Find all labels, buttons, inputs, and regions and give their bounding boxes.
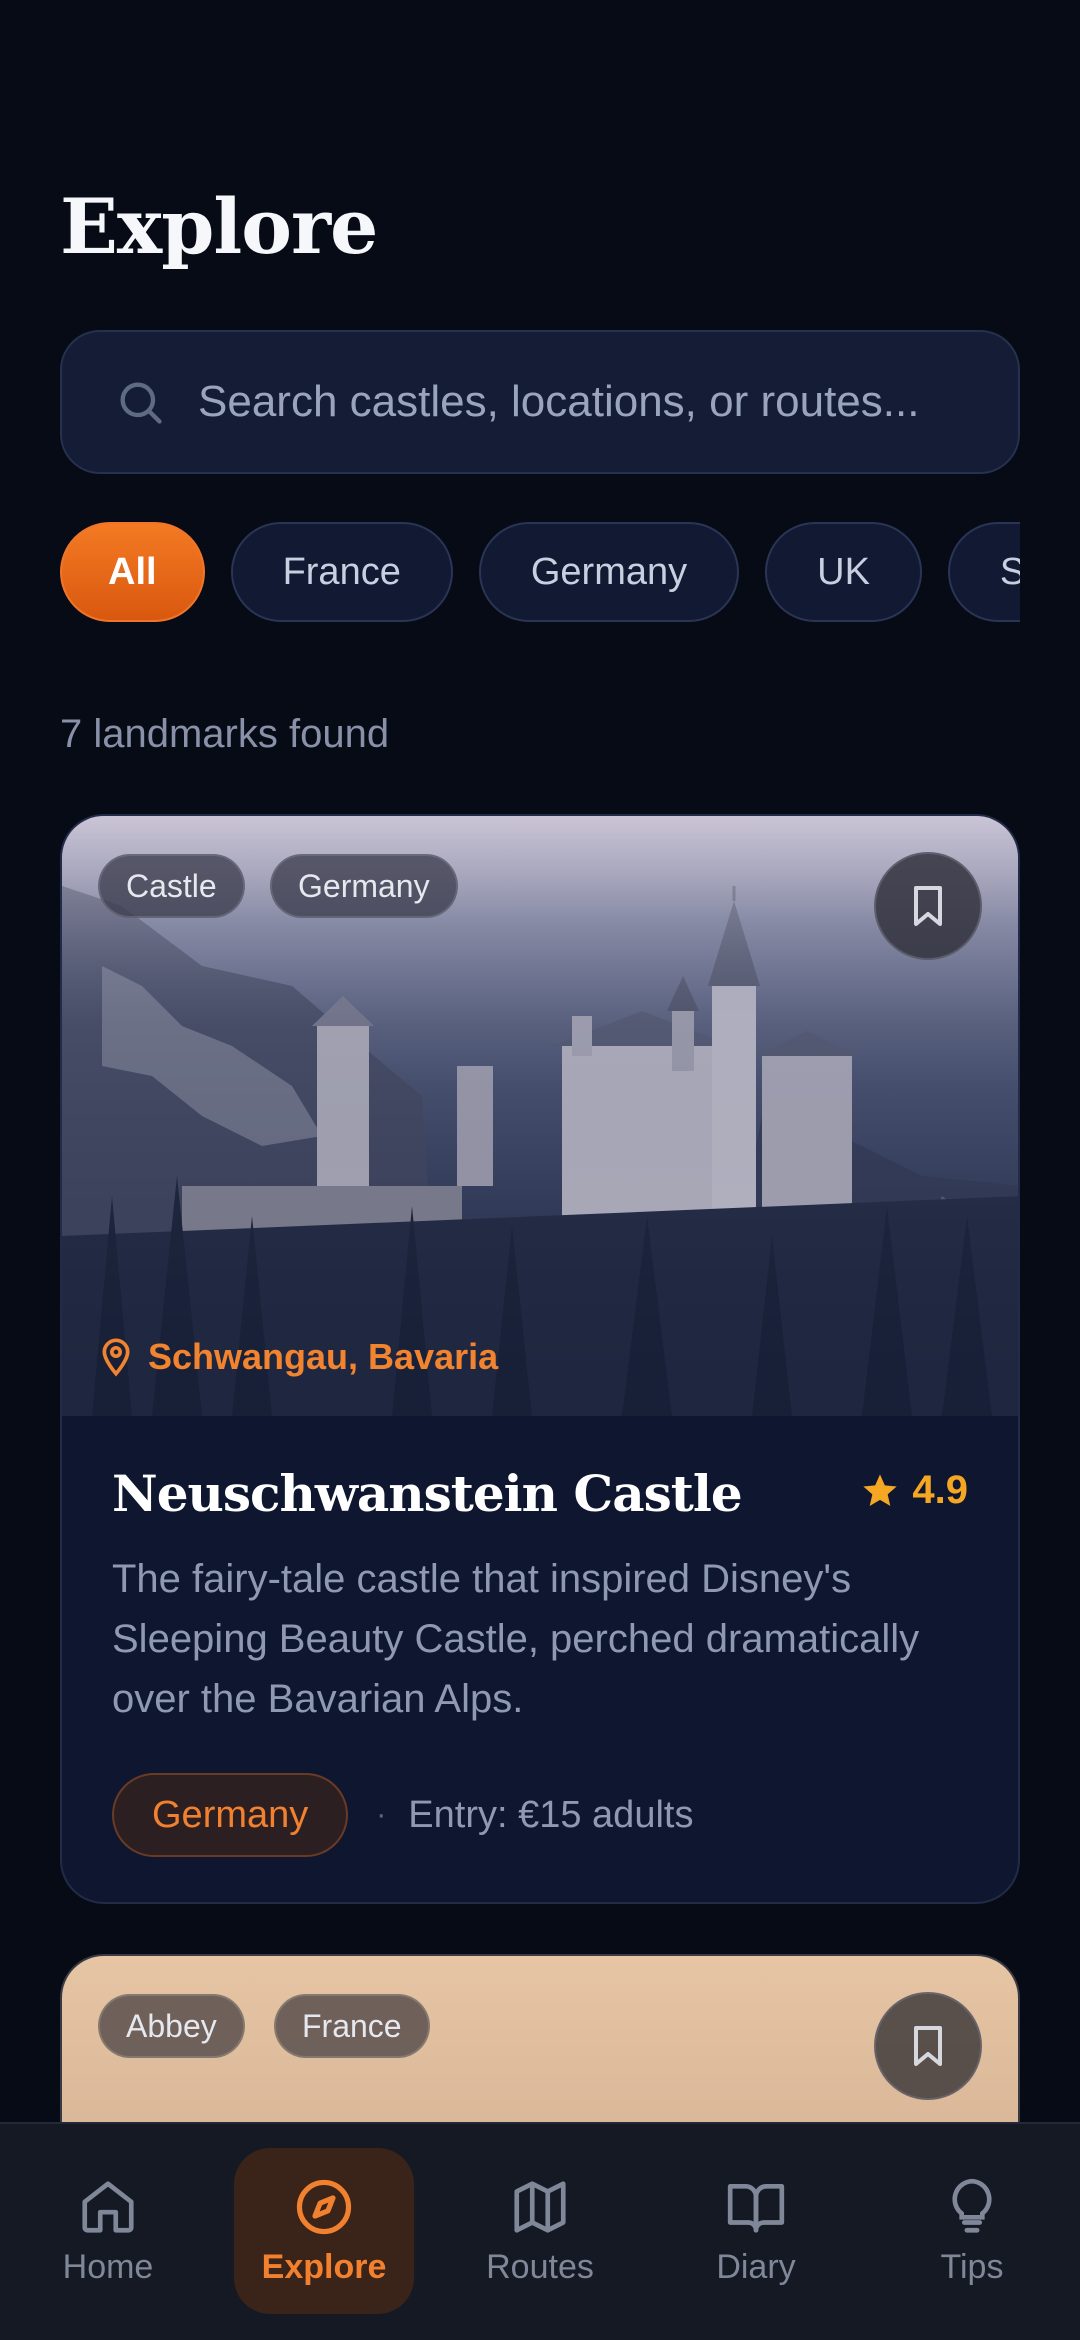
landmark-image: Castle Germany Schwangau, Bavaria (62, 816, 1018, 1416)
nav-diary-label: Diary (716, 2247, 796, 2286)
category-tag: Abbey (98, 1994, 245, 2058)
country-tag: Germany (270, 854, 458, 918)
book-icon (727, 2183, 785, 2233)
rating: 4.9 (860, 1468, 968, 1513)
compass-icon (296, 2179, 352, 2234)
search-icon (120, 382, 162, 424)
nav-explore[interactable]: Explore (234, 2148, 414, 2314)
category-tag: Castle (98, 854, 245, 918)
location-text: Schwangau, Bavaria (148, 1336, 499, 1377)
filter-chip-partial[interactable]: S (947, 522, 1020, 622)
location-label: Schwangau, Bavaria (98, 1336, 498, 1378)
nav-explore-label: Explore (261, 2247, 387, 2286)
rating-value: 4.9 (912, 1468, 968, 1512)
map-icon (514, 2180, 566, 2233)
filter-chips: All France Germany UK S (60, 522, 1020, 624)
country-tag: France (274, 1994, 430, 2058)
map-pin-icon (102, 1338, 130, 1377)
meta-separator: · (376, 1798, 387, 1831)
home-icon (82, 2180, 134, 2233)
filter-chip-france[interactable]: France (230, 522, 453, 622)
landmark-description: The fairy-tale castle that inspired Disn… (112, 1557, 920, 1721)
nav-home-label: Home (62, 2247, 154, 2286)
result-count: 7 landmarks found (60, 712, 390, 756)
nav-routes-label: Routes (486, 2247, 594, 2286)
search-input[interactable] (198, 377, 988, 427)
country-badge: Germany (112, 1773, 349, 1857)
filter-chip-uk[interactable]: UK (765, 522, 922, 622)
card-meta: Germany · Entry: €15 adults (112, 1773, 968, 1857)
lightbulb-icon (952, 2178, 992, 2233)
nav-tips-label: Tips (940, 2247, 1004, 2286)
filter-chip-germany[interactable]: Germany (478, 522, 740, 622)
bookmark-icon (914, 886, 942, 926)
star-icon (863, 1473, 898, 1506)
nav-routes[interactable]: Routes (450, 2148, 630, 2314)
nav-tips[interactable]: Tips (882, 2148, 1062, 2314)
landmark-title: Neuschwanstein Castle (112, 1464, 743, 1523)
nav-home[interactable]: Home (18, 2148, 198, 2314)
bookmark-icon (914, 2026, 942, 2066)
nav-diary[interactable]: Diary (666, 2148, 846, 2314)
page-title: Explore (60, 182, 378, 271)
bottom-navigation: Home Explore Routes Diary Tips (0, 2122, 1080, 2340)
search-bar[interactable] (60, 330, 1020, 474)
bookmark-button[interactable] (874, 1992, 982, 2100)
entry-price: Entry: €15 adults (408, 1793, 694, 1836)
card-body: Neuschwanstein Castle 4.9 The fairy-tale… (62, 1416, 1018, 1857)
bookmark-button[interactable] (874, 852, 982, 960)
filter-chip-all[interactable]: All (60, 522, 205, 622)
landmark-card[interactable]: Castle Germany Schwangau, Bavaria Neusch… (60, 814, 1020, 1904)
